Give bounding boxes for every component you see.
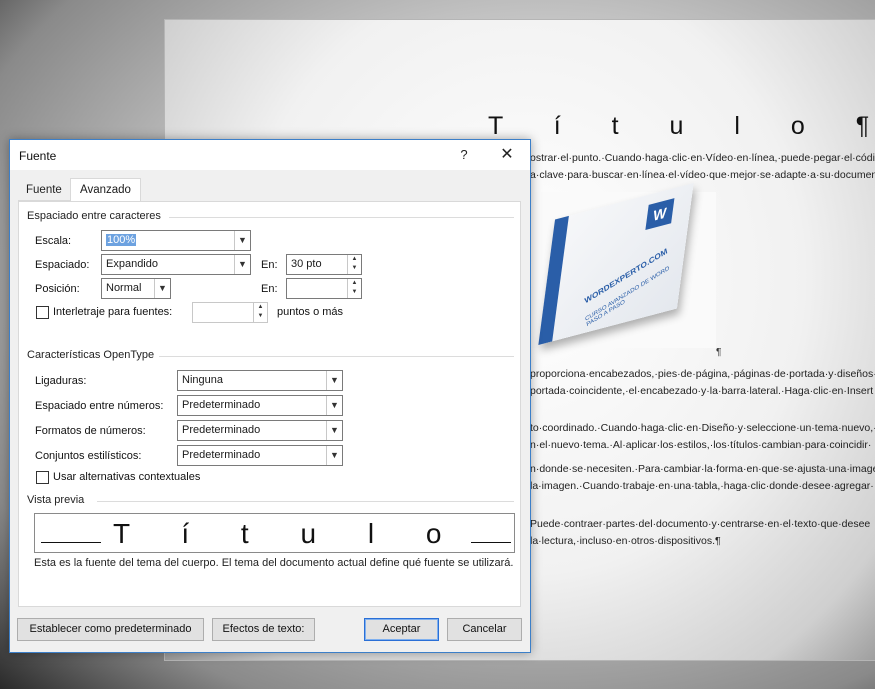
kerning-suffix: puntos o más — [277, 306, 344, 318]
dialog-title: Fuente — [19, 149, 57, 163]
chevron-down-icon[interactable]: ▼ — [234, 255, 250, 274]
spin-down-icon[interactable]: ▼ — [348, 288, 361, 297]
document-title: T í t u l o ¶ — [488, 112, 875, 140]
spacing-by-label: En: — [261, 259, 278, 271]
chevron-down-icon[interactable]: ▼ — [326, 421, 342, 440]
spin-up-icon[interactable]: ▲ — [254, 303, 267, 312]
spin-down-icon[interactable]: ▼ — [254, 312, 267, 321]
kerning-label[interactable]: Interletraje para fuentes: — [53, 306, 172, 318]
document-line: la·lectura,·incluso·en·otros·dispositivo… — [530, 535, 721, 547]
kerning-stepper[interactable]: ▲ ▼ — [192, 302, 268, 323]
spin-up-icon[interactable]: ▲ — [348, 255, 361, 264]
cancel-button[interactable]: Cancelar — [447, 618, 522, 641]
preview-underline — [471, 542, 511, 543]
document-line: ostrar·el·punto.·Cuando·haga·clic·en·Víd… — [530, 152, 875, 164]
position-by-label: En: — [261, 283, 278, 295]
group-divider — [97, 501, 514, 502]
stylistic-sets-dropdown[interactable]: Predeterminado ▼ — [177, 445, 343, 466]
position-label: Posición: — [35, 283, 80, 295]
preview-note: Esta es la fuente del tema del cuerpo. E… — [34, 557, 514, 569]
document-line: to·coordinado.·Cuando·haga·clic·en·Diseñ… — [530, 422, 875, 434]
set-default-button[interactable]: Establecer como predeterminado — [17, 618, 204, 641]
document-line: n·donde·se·necesiten.·Para·cambiar·la·fo… — [530, 463, 875, 475]
tab-fuente[interactable]: Fuente — [18, 180, 70, 201]
book-cover: W WORDEXPERTO.COM CURSO AVANZADO DE WORD… — [538, 182, 694, 346]
document-line: la·imagen.·Cuando·trabaje·en·una·tabla,·… — [530, 480, 874, 492]
close-button[interactable]: ✕ — [496, 144, 518, 166]
word-logo-icon: W — [645, 198, 675, 231]
chevron-down-icon[interactable]: ▼ — [154, 279, 170, 298]
spin-buttons[interactable]: ▲ ▼ — [347, 255, 361, 274]
number-spacing-dropdown[interactable]: Predeterminado ▼ — [177, 395, 343, 416]
number-forms-dropdown[interactable]: Predeterminado ▼ — [177, 420, 343, 441]
stylistic-sets-value: Predeterminado — [182, 449, 261, 461]
group-title-spacing: Espaciado entre caracteres — [27, 210, 161, 222]
number-forms-label: Formatos de números: — [35, 425, 146, 437]
spin-down-icon[interactable]: ▼ — [348, 264, 361, 273]
ligatures-dropdown[interactable]: Ninguna ▼ — [177, 370, 343, 391]
number-forms-value: Predeterminado — [182, 424, 261, 436]
position-by-stepper[interactable]: ▲ ▼ — [286, 278, 362, 299]
group-divider — [169, 217, 514, 218]
chevron-down-icon[interactable]: ▼ — [326, 371, 342, 390]
kerning-checkbox[interactable] — [36, 306, 49, 319]
scale-value: 100% — [106, 234, 137, 246]
position-dropdown[interactable]: Normal ▼ — [101, 278, 171, 299]
tab-avanzado[interactable]: Avanzado — [70, 178, 141, 202]
book-cover-image: W WORDEXPERTO.COM CURSO AVANZADO DE WORD… — [532, 182, 716, 348]
preview-underline — [41, 542, 101, 543]
spacing-by-value: 30 pto — [291, 258, 322, 270]
document-line: portada·coincidente,·el·encabezado·y·la·… — [530, 385, 874, 397]
preview-sample: T í t u l o — [113, 518, 464, 549]
spacing-dropdown[interactable]: Expandido ▼ — [101, 254, 251, 275]
preview-box: T í t u l o — [34, 513, 515, 553]
ligatures-label: Ligaduras: — [35, 375, 87, 387]
text-effects-button[interactable]: Efectos de texto: — [212, 618, 315, 641]
group-title-opentype: Características OpenType — [27, 349, 155, 361]
spin-buttons[interactable]: ▲ ▼ — [347, 279, 361, 298]
stylistic-sets-label: Conjuntos estilísticos: — [35, 450, 142, 462]
spacing-by-stepper[interactable]: 30 pto ▲ ▼ — [286, 254, 362, 275]
ligatures-value: Ninguna — [182, 374, 223, 386]
scale-label: Escala: — [35, 235, 72, 247]
number-spacing-label: Espaciado entre números: — [35, 400, 164, 412]
document-line: a·clave·para·buscar·en·línea·el·vídeo·qu… — [530, 169, 875, 181]
group-divider — [159, 356, 514, 357]
document-line: n·el·nuevo·tema.·Al·aplicar·los·estilos,… — [530, 439, 872, 451]
font-dialog: Fuente ? ✕ Fuente Avanzado Espaciado ent… — [9, 139, 531, 653]
chevron-down-icon[interactable]: ▼ — [234, 231, 250, 250]
document-line: Puede·contraer·partes·del·documento·y·ce… — [530, 518, 871, 530]
scale-dropdown[interactable]: 100% ▼ — [101, 230, 251, 251]
group-title-preview: Vista previa — [27, 494, 85, 506]
contextual-alternates-checkbox[interactable] — [36, 471, 49, 484]
chevron-down-icon[interactable]: ▼ — [326, 396, 342, 415]
dialog-titlebar[interactable]: Fuente ? ✕ — [10, 140, 530, 170]
number-spacing-value: Predeterminado — [182, 399, 261, 411]
contextual-alternates-label[interactable]: Usar alternativas contextuales — [53, 471, 200, 483]
paragraph-mark: ¶ — [716, 347, 722, 358]
ok-button[interactable]: Aceptar — [364, 618, 439, 641]
spin-up-icon[interactable]: ▲ — [348, 279, 361, 288]
chevron-down-icon[interactable]: ▼ — [326, 446, 342, 465]
help-button[interactable]: ? — [454, 145, 474, 165]
spacing-label: Espaciado: — [35, 259, 90, 271]
position-value: Normal — [106, 282, 142, 294]
spacing-value: Expandido — [106, 258, 158, 270]
document-line: proporciona·encabezados,·pies·de·página,… — [530, 368, 875, 380]
spin-buttons[interactable]: ▲ ▼ — [253, 303, 267, 322]
